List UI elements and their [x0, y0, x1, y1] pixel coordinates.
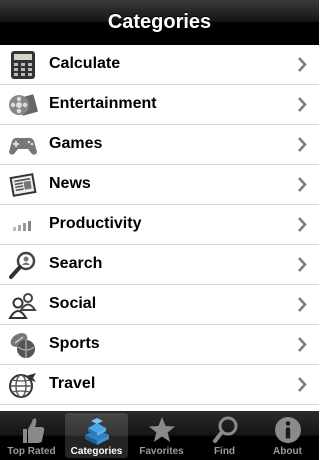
chevron-right-icon: [298, 337, 307, 352]
chevron-right-icon: [298, 257, 307, 272]
gamepad-icon: [8, 130, 38, 160]
chevron-right-icon: [298, 217, 307, 232]
category-label: Social: [49, 295, 97, 312]
chevron-right-icon: [298, 297, 307, 312]
tab-favorites[interactable]: Favorites: [130, 411, 193, 460]
category-row-search[interactable]: Search: [0, 245, 319, 285]
tab-about[interactable]: About: [256, 411, 319, 460]
tab-bar: Top Rated Categories Favorites Find Abou…: [0, 411, 319, 460]
globe-plane-icon: [8, 370, 38, 400]
film-reel-icon: [8, 90, 38, 120]
category-row-news[interactable]: News: [0, 165, 319, 205]
chevron-right-icon: [298, 97, 307, 112]
tab-label: Find: [213, 446, 236, 457]
category-label: Games: [49, 135, 103, 152]
page-title: Categories: [107, 10, 212, 33]
category-label: Travel: [49, 375, 96, 392]
tab-label: Favorites: [139, 446, 184, 457]
chevron-right-icon: [298, 177, 307, 192]
magnifier-person-icon: [8, 250, 38, 280]
category-label: News: [49, 175, 91, 192]
category-label: Sports: [49, 335, 100, 352]
tab-top-rated[interactable]: Top Rated: [0, 411, 63, 460]
category-row-sports[interactable]: Sports: [0, 325, 319, 365]
category-row-entertainment[interactable]: Entertainment: [0, 85, 319, 125]
magnifier-icon: [212, 416, 237, 443]
info-icon: [274, 417, 301, 443]
calculator-icon: [8, 50, 38, 80]
people-icon: [8, 290, 38, 320]
category-label: Entertainment: [49, 95, 157, 112]
newspaper-icon: [8, 170, 38, 200]
stacked-boxes-icon: [84, 418, 109, 445]
tab-categories[interactable]: Categories: [65, 413, 128, 458]
tab-label: Categories: [70, 446, 123, 457]
bar-chart-icon: [8, 210, 38, 240]
sports-balls-icon: [8, 330, 38, 360]
category-label: Productivity: [49, 215, 142, 232]
navigation-bar: Categories: [0, 0, 319, 45]
category-row-productivity[interactable]: Productivity: [0, 205, 319, 245]
category-row-travel[interactable]: Travel: [0, 365, 319, 405]
category-row-games[interactable]: Games: [0, 125, 319, 165]
chevron-right-icon: [298, 57, 307, 72]
chevron-right-icon: [298, 377, 307, 392]
category-row-social[interactable]: Social: [0, 285, 319, 325]
tab-label: About: [273, 446, 302, 457]
star-icon: [148, 417, 175, 442]
category-row-calculate[interactable]: Calculate: [0, 45, 319, 85]
tab-find[interactable]: Find: [193, 411, 256, 460]
category-label: Calculate: [49, 55, 121, 72]
category-label: Search: [49, 255, 103, 272]
category-list[interactable]: Calculate Entertainment Games News Produ…: [0, 45, 319, 411]
thumbs-up-icon: [22, 418, 44, 443]
tab-label: Top Rated: [7, 446, 56, 457]
chevron-right-icon: [298, 137, 307, 152]
